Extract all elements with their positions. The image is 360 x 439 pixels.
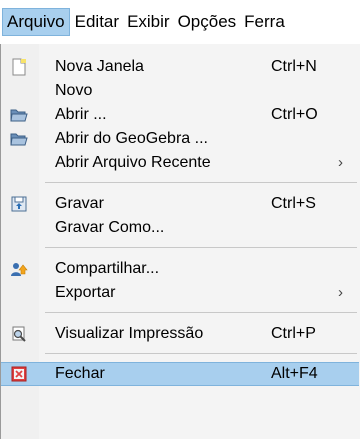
print-preview-icon xyxy=(10,325,28,343)
menu-separator xyxy=(45,247,357,248)
shortcut-visualizar-impressao: Ctrl+P xyxy=(271,325,316,342)
menu-separator xyxy=(45,312,357,313)
menu-label-gravar: Gravar xyxy=(55,195,104,212)
shortcut-abrir: Ctrl+O xyxy=(271,106,318,123)
menu-arquivo[interactable]: Arquivo xyxy=(2,8,70,36)
menu-item-exportar[interactable]: Exportar › xyxy=(1,281,359,305)
menu-item-gravar-como[interactable]: Gravar Como... xyxy=(1,216,359,240)
menu-label-exportar: Exportar xyxy=(55,284,116,301)
share-icon xyxy=(10,260,28,278)
menu-editar[interactable]: Editar xyxy=(71,8,123,36)
menu-opcoes[interactable]: Opções xyxy=(174,8,241,36)
shortcut-fechar: Alt+F4 xyxy=(271,365,318,382)
menu-item-novo[interactable]: Novo xyxy=(1,79,359,103)
save-icon xyxy=(10,195,28,213)
app-root: Arquivo Editar Exibir Opções Ferra Nova … xyxy=(0,0,360,439)
menu-item-gravar[interactable]: Gravar Ctrl+S xyxy=(1,192,359,216)
menu-item-visualizar-impressao[interactable]: Visualizar Impressão Ctrl+P xyxy=(1,322,359,346)
menu-item-nova-janela[interactable]: Nova Janela Ctrl+N xyxy=(1,55,359,79)
shortcut-gravar: Ctrl+S xyxy=(271,195,316,212)
menu-item-abrir-geogebra[interactable]: Abrir do GeoGebra ... xyxy=(1,127,359,151)
menu-item-compartilhar[interactable]: Compartilhar... xyxy=(1,257,359,281)
menu-item-fechar[interactable]: Fechar Alt+F4 xyxy=(1,362,359,386)
menu-bar: Arquivo Editar Exibir Opções Ferra xyxy=(0,0,360,44)
menu-label-novo: Novo xyxy=(55,82,93,99)
menu-label-abrir-geogebra: Abrir do GeoGebra ... xyxy=(55,130,208,147)
menu-item-abrir-recente[interactable]: Abrir Arquivo Recente › xyxy=(1,151,359,175)
arquivo-dropdown: Nova Janela Ctrl+N Novo Abrir ... Ctrl+O xyxy=(0,44,360,439)
close-icon xyxy=(10,365,28,383)
menu-separator xyxy=(45,182,357,183)
submenu-arrow-icon: › xyxy=(338,284,343,301)
new-window-icon xyxy=(10,58,28,76)
menu-item-abrir[interactable]: Abrir ... Ctrl+O xyxy=(1,103,359,127)
menu-label-fechar: Fechar xyxy=(55,365,105,382)
menu-ferramentas[interactable]: Ferra xyxy=(240,8,289,36)
menu-separator xyxy=(45,353,357,354)
menu-exibir[interactable]: Exibir xyxy=(123,8,174,36)
menu-label-abrir-recente: Abrir Arquivo Recente xyxy=(55,154,211,171)
menu-label-abrir: Abrir ... xyxy=(55,106,107,123)
menu-label-visualizar-impressao: Visualizar Impressão xyxy=(55,325,204,342)
open-folder-icon xyxy=(10,106,28,124)
submenu-arrow-icon: › xyxy=(338,154,343,171)
menu-label-nova-janela: Nova Janela xyxy=(55,58,144,75)
open-folder-icon xyxy=(10,130,28,148)
menu-label-gravar-como: Gravar Como... xyxy=(55,219,165,236)
shortcut-nova-janela: Ctrl+N xyxy=(271,58,317,75)
menu-label-compartilhar: Compartilhar... xyxy=(55,260,160,277)
